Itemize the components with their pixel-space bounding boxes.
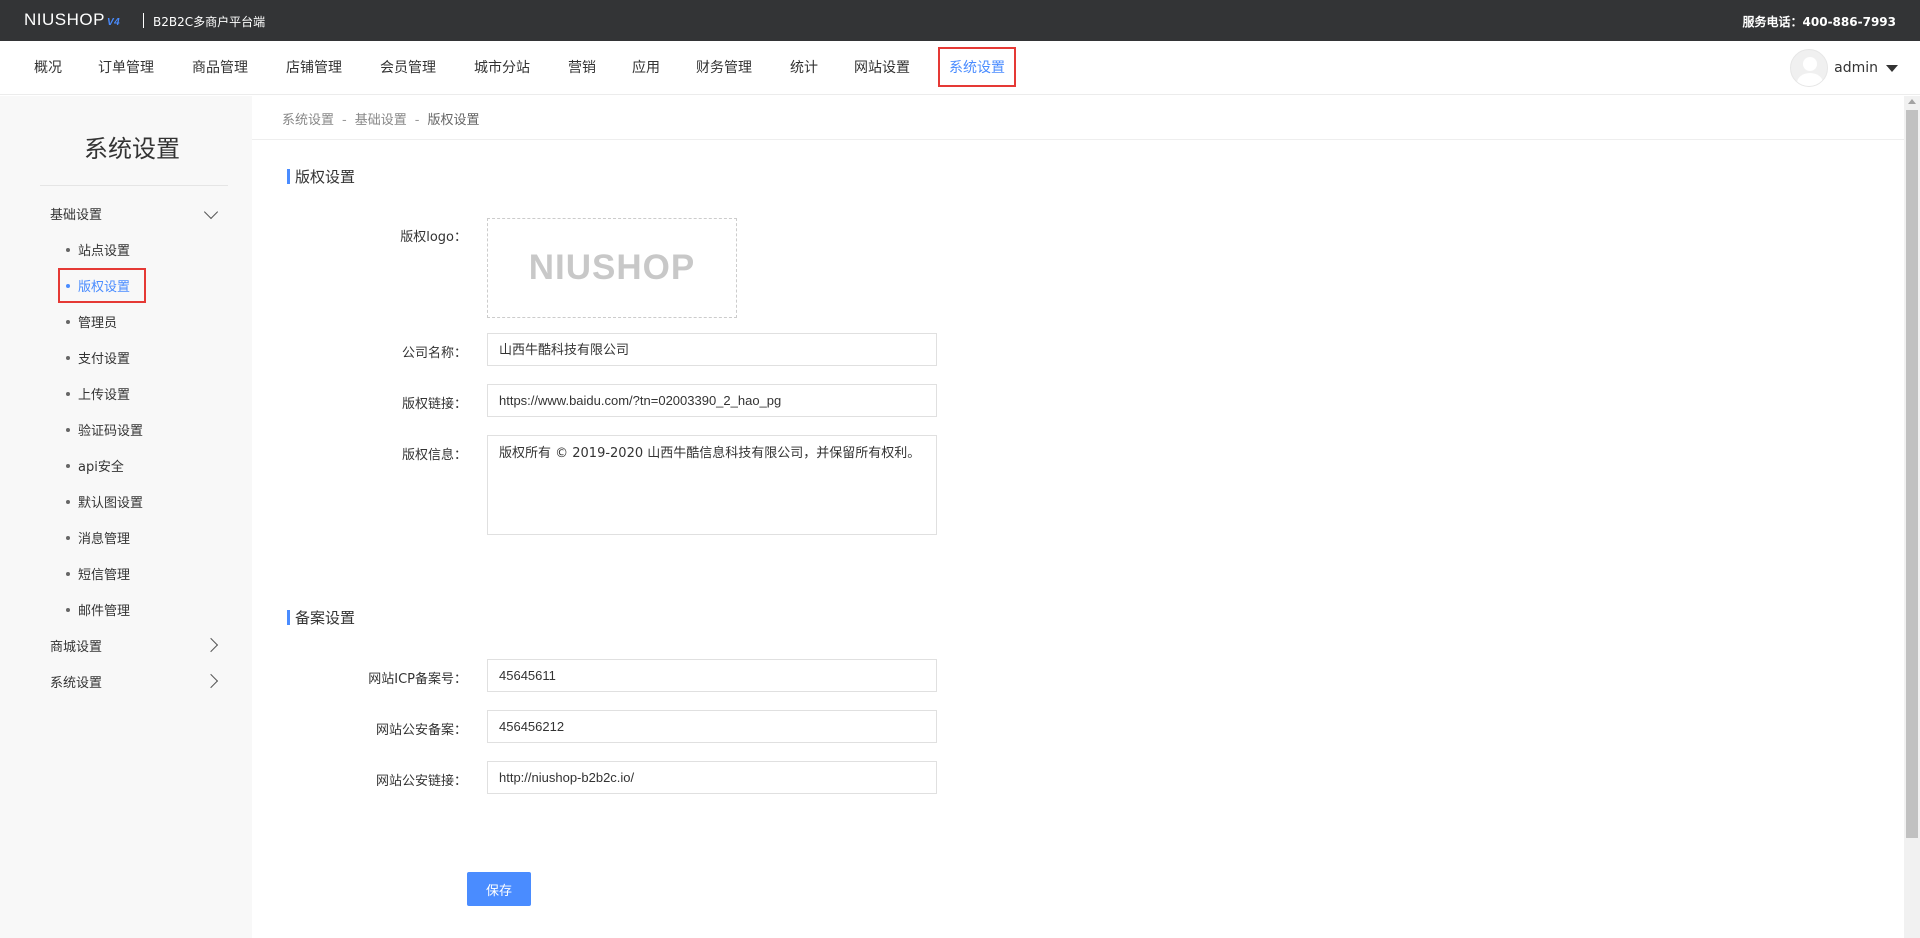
sidebar-item-messages[interactable]: 消息管理 [66,528,130,547]
nav-system-settings[interactable]: 系统设置 [938,47,1016,87]
avatar[interactable] [1790,49,1829,87]
breadcrumb-basic[interactable]: 基础设置 [355,113,407,128]
niushop-logo[interactable]: NIUSHOP V4 [24,10,120,30]
user-name[interactable]: admin [1834,60,1878,76]
sidebar-item-captcha[interactable]: 验证码设置 [66,420,143,439]
copyright-link-label: 版权链接： [401,397,467,412]
chevron-right-icon[interactable] [203,637,219,653]
police-link-input[interactable]: http://niushop-b2b2c.io/ [487,761,937,794]
scroll-up-icon[interactable] [1908,99,1916,104]
police-record-label: 网站公安备案： [375,723,467,738]
breadcrumb-divider [252,139,1904,140]
copyright-logo-label: 版权logo： [400,230,467,245]
service-hotline: 服务电话：400-886-7993 [1742,15,1896,29]
sidebar-item-admins[interactable]: 管理员 [66,312,117,331]
breadcrumb-current: 版权设置 [427,113,480,128]
sidebar-item-payment[interactable]: 支付设置 [66,348,130,367]
sidebar-item-sms[interactable]: 短信管理 [66,564,130,583]
company-name-label: 公司名称： [401,346,467,361]
sidebar-item-default-image[interactable]: 默认图设置 [66,492,143,511]
chevron-right-icon[interactable] [203,673,219,689]
nav-city-stations[interactable]: 城市分站 [474,57,530,77]
company-name-input[interactable]: 山西牛酷科技有限公司 [487,333,937,366]
main-nav: 概况 订单管理 商品管理 店铺管理 会员管理 城市分站 营销 应用 财务管理 统… [0,41,1920,95]
breadcrumb-system[interactable]: 系统设置 [282,113,334,128]
icp-label: 网站ICP备案号： [368,672,467,687]
logo-divider [143,13,144,28]
section-title-record: 备案设置 [287,607,355,628]
section-title-copyright: 版权设置 [287,166,355,187]
sidebar: 系统设置 基础设置 站点设置 版权设置 管理员 支付设置 上传设置 验证码设置 … [0,96,252,938]
copyright-logo-upload[interactable]: NIUSHOP [487,218,737,318]
platform-name: B2B2C多商户平台端 [153,15,266,29]
copyright-logo-image: NIUSHOP [528,248,696,287]
sidebar-title: 系统设置 [84,135,180,163]
nav-statistics[interactable]: 统计 [790,57,818,77]
scrollbar-thumb[interactable] [1906,110,1918,838]
user-menu[interactable]: admin [1790,49,1898,87]
nav-members[interactable]: 会员管理 [380,57,436,77]
nav-finance[interactable]: 财务管理 [696,57,752,77]
sidebar-item-api-security[interactable]: api安全 [66,456,124,475]
nav-goods[interactable]: 商品管理 [192,57,248,77]
police-record-input[interactable]: 456456212 [487,710,937,743]
sidebar-divider [40,185,228,186]
nav-site-settings[interactable]: 网站设置 [854,57,910,77]
save-button[interactable]: 保存 [467,872,531,906]
copyright-info-label: 版权信息： [401,448,467,463]
icp-input[interactable]: 45645611 [487,659,937,692]
sidebar-group-mall[interactable]: 商城设置 [50,636,102,655]
police-link-label: 网站公安链接： [375,774,467,789]
nav-apps[interactable]: 应用 [632,57,660,77]
sidebar-group-system[interactable]: 系统设置 [50,672,102,691]
breadcrumb: 系统设置 - 基础设置 - 版权设置 [282,113,480,128]
nav-overview[interactable]: 概况 [34,57,62,77]
caret-down-icon[interactable] [1886,64,1898,72]
sidebar-item-email[interactable]: 邮件管理 [66,600,130,619]
copyright-link-input[interactable]: https://www.baidu.com/?tn=02003390_2_hao… [487,384,937,417]
nav-stores[interactable]: 店铺管理 [286,57,342,77]
chevron-down-icon[interactable] [203,204,219,220]
top-bar: NIUSHOP V4 B2B2C多商户平台端 服务电话：400-886-7993 [0,0,1920,41]
sidebar-item-upload[interactable]: 上传设置 [66,384,130,403]
copyright-info-textarea[interactable]: 版权所有 © 2019-2020 山西牛酷信息科技有限公司，并保留所有权利。 [487,435,937,535]
sidebar-group-basic[interactable]: 基础设置 [50,204,102,223]
sidebar-item-site[interactable]: 站点设置 [66,240,130,259]
nav-marketing[interactable]: 营销 [568,57,596,77]
sidebar-item-copyright[interactable]: 版权设置 [57,268,147,303]
nav-orders[interactable]: 订单管理 [98,57,154,77]
